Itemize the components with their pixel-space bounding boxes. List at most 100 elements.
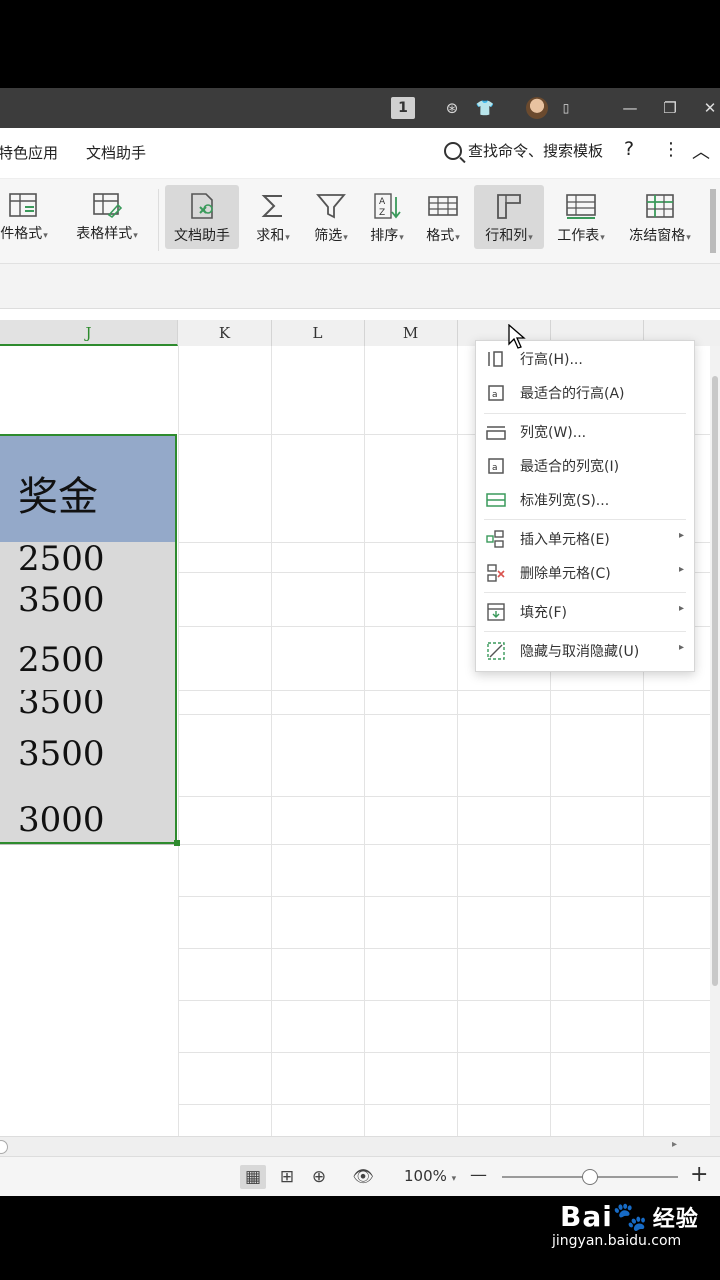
doc-assistant-icon: [191, 193, 213, 219]
horizontal-scrollbar[interactable]: ▸: [0, 1136, 720, 1157]
menu-item-delete-cells[interactable]: 删除单元格(C) ▸: [476, 557, 694, 589]
minimize-icon[interactable]: —: [620, 98, 640, 118]
submenu-arrow-icon: ▸: [678, 642, 684, 653]
bonus-header-cell[interactable]: 奖金: [0, 434, 177, 542]
ribbon-separator: [158, 189, 159, 251]
avatar[interactable]: [526, 97, 548, 119]
table-cell[interactable]: 3500: [0, 690, 177, 715]
bonus-header-text: 奖金: [18, 474, 98, 520]
sort-button[interactable]: AZ 排序▾: [364, 185, 410, 249]
format-label: 格式: [426, 228, 455, 244]
scroll-thumb[interactable]: [0, 1140, 8, 1154]
vertical-scrollbar[interactable]: [710, 346, 720, 1136]
watermark-url: jingyan.baidu.com: [552, 1233, 682, 1249]
mouse-cursor-icon: [508, 324, 526, 349]
best-col-width-icon: a: [488, 458, 504, 474]
reading-mode-icon[interactable]: ⊕: [306, 1165, 332, 1189]
svg-text:Z: Z: [379, 208, 385, 218]
freeze-panes-icon: [646, 194, 674, 218]
watermark-brand: Bai: [560, 1200, 613, 1233]
fill-icon: [487, 603, 505, 621]
conditional-format-button[interactable]: 件格式▾: [0, 185, 56, 249]
table-cell[interactable]: 3500: [0, 714, 177, 797]
sigma-icon: [261, 195, 282, 217]
formula-bar[interactable]: [0, 264, 720, 309]
page-break-view-icon[interactable]: ⊞: [274, 1165, 300, 1189]
svg-text:a: a: [492, 463, 498, 473]
filter-button[interactable]: 筛选▾: [307, 185, 355, 249]
conditional-format-icon: [9, 193, 37, 217]
column-header-m[interactable]: M: [364, 320, 458, 346]
menu-item-col-width[interactable]: 列宽(W)...: [476, 416, 694, 448]
zoom-out-button[interactable]: —: [470, 1165, 487, 1185]
table-cell[interactable]: 2500: [0, 542, 177, 573]
paw-icon: 🐾: [612, 1200, 649, 1233]
status-bar: ▦ ⊞ ⊕ 👁 100% ▾ — +: [0, 1156, 720, 1196]
sync-icon[interactable]: ▯: [556, 98, 576, 118]
eye-protection-icon[interactable]: 👁: [350, 1165, 376, 1189]
worksheet-icon: [566, 194, 596, 219]
skin-icon[interactable]: ⊛: [442, 98, 462, 118]
sum-label: 求和: [256, 228, 285, 244]
table-style-button[interactable]: 表格样式▾: [66, 185, 148, 249]
menu-item-best-row-height[interactable]: a 最适合的行高(A): [476, 377, 694, 409]
format-button[interactable]: 格式▾: [420, 185, 466, 249]
app-window: 1 ⊛ 👕 ▯ — ❐ ✕ 特色应用 文档助手 查找命令、搜索模板 ? ⋮ ︿ …: [0, 88, 720, 1196]
svg-text:A: A: [379, 197, 386, 207]
tab-doc-assistant[interactable]: 文档助手: [86, 142, 146, 163]
close-icon[interactable]: ✕: [700, 98, 720, 118]
row-height-icon: [488, 351, 503, 367]
sum-button[interactable]: 求和▾: [250, 185, 296, 249]
zoom-level[interactable]: 100% ▾: [404, 1167, 456, 1185]
menu-item-insert-cells[interactable]: 插入单元格(E) ▸: [476, 523, 694, 555]
column-header-l[interactable]: L: [271, 320, 365, 346]
column-header-j[interactable]: J: [0, 320, 178, 346]
filter-label: 筛选: [314, 228, 343, 244]
table-style-label: 表格样式: [76, 226, 133, 242]
search-icon: [444, 141, 462, 160]
delete-cells-icon: [487, 564, 505, 582]
table-cell[interactable]: 3000: [0, 796, 177, 845]
zoom-in-button[interactable]: +: [690, 1162, 708, 1187]
ribbon-scroll[interactable]: [710, 189, 716, 253]
menu-item-best-col-width[interactable]: a 最适合的列宽(I): [476, 450, 694, 482]
row-col-dropdown-menu: 行高(H)... a 最适合的行高(A) 列宽(W)... a 最适合的列宽(I…: [475, 340, 695, 672]
filter-icon: [316, 194, 346, 219]
tab-special-apps[interactable]: 特色应用: [0, 142, 58, 163]
std-col-width-icon: [486, 493, 506, 507]
freeze-panes-label: 冻结窗格: [629, 228, 686, 244]
scroll-right-icon[interactable]: ▸: [672, 1139, 677, 1150]
sort-icon: AZ: [374, 193, 401, 219]
column-header-k[interactable]: K: [178, 320, 272, 346]
menu-item-fill[interactable]: 填充(F) ▸: [476, 596, 694, 628]
help-icon[interactable]: ?: [624, 138, 634, 160]
fill-handle[interactable]: [174, 840, 180, 846]
hide-unhide-icon: [487, 642, 505, 660]
row-col-button[interactable]: 行和列▾: [474, 185, 544, 249]
window-count-badge[interactable]: 1: [391, 97, 415, 119]
watermark-brand-cn: 经验: [652, 1207, 699, 1232]
freeze-panes-button[interactable]: 冻结窗格▾: [622, 185, 698, 249]
ribbon-toolbar: 件格式▾ 表格样式▾ 文档助手 求和▾ 筛选▾ AZ 排序▾ 格式▾ 行和列▾ …: [0, 179, 720, 264]
table-cell[interactable]: 3500: [0, 572, 177, 627]
format-icon: [428, 196, 458, 216]
more-icon[interactable]: ⋮: [662, 139, 680, 160]
command-search[interactable]: 查找命令、搜索模板: [444, 140, 603, 161]
worksheet-button[interactable]: 工作表▾: [550, 185, 612, 249]
insert-cells-icon: [486, 530, 504, 548]
doc-assistant-label: 文档助手: [174, 228, 230, 244]
shirt-icon[interactable]: 👕: [475, 98, 495, 118]
vertical-scroll-thumb[interactable]: [712, 376, 718, 986]
normal-view-icon[interactable]: ▦: [240, 1165, 266, 1189]
collapse-ribbon-icon[interactable]: ︿: [692, 138, 710, 164]
zoom-slider-thumb[interactable]: [582, 1169, 598, 1185]
submenu-arrow-icon: ▸: [678, 603, 684, 614]
menu-item-std-col-width[interactable]: 标准列宽(S)...: [476, 484, 694, 516]
restore-icon[interactable]: ❐: [660, 98, 680, 118]
svg-text:a: a: [492, 390, 498, 400]
menu-bar: 特色应用 文档助手 查找命令、搜索模板 ? ⋮ ︿: [0, 128, 720, 179]
menu-item-hide-unhide[interactable]: 隐藏与取消隐藏(U) ▸: [476, 635, 694, 667]
table-cell[interactable]: 2500: [0, 626, 177, 691]
search-placeholder: 查找命令、搜索模板: [468, 142, 604, 160]
doc-assistant-button[interactable]: 文档助手: [165, 185, 239, 249]
